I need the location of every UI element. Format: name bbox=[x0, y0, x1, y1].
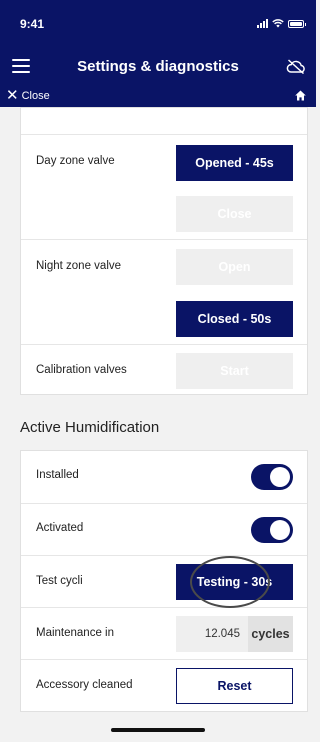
cloud-off-icon[interactable] bbox=[286, 59, 306, 74]
valve-row-calibration: Calibration valves Start bbox=[21, 344, 307, 396]
day-valve-close-button[interactable]: Close bbox=[176, 196, 293, 232]
installed-row: Installed bbox=[21, 451, 307, 503]
maintenance-field[interactable]: 12.045 cycles bbox=[176, 616, 293, 652]
close-label: Close bbox=[21, 89, 50, 102]
row-label: Calibration valves bbox=[36, 364, 127, 376]
night-valve-closed-button[interactable]: Closed - 50s bbox=[176, 301, 293, 337]
cellular-signal-icon bbox=[257, 19, 268, 28]
maintenance-row: Maintenance in 12.045 cycles bbox=[21, 607, 307, 659]
installed-toggle[interactable] bbox=[251, 464, 293, 490]
home-indicator bbox=[111, 728, 205, 732]
close-button[interactable]: ✕ Close bbox=[6, 88, 50, 103]
valves-card: Day zone valve Opened - 45s Close Night … bbox=[20, 107, 308, 395]
row-label: Accessory cleaned bbox=[36, 679, 133, 691]
accessory-row: Accessory cleaned Reset bbox=[21, 659, 307, 711]
valve-row-night: Night zone valve Open Closed - 50s bbox=[21, 239, 307, 344]
close-bar: ✕ Close bbox=[0, 85, 316, 107]
status-time: 9:41 bbox=[20, 17, 45, 31]
close-icon: ✕ bbox=[6, 87, 19, 104]
calibration-start-button[interactable]: Start bbox=[176, 353, 293, 389]
row-label: Test cycli bbox=[36, 575, 83, 587]
test-cycli-row: Test cycli Testing - 30s bbox=[21, 555, 307, 607]
humidification-card: Installed Activated Test cycli Testing -… bbox=[20, 450, 308, 712]
wifi-icon bbox=[272, 19, 284, 28]
activated-toggle[interactable] bbox=[251, 517, 293, 543]
section-title: Active Humidification bbox=[20, 419, 160, 436]
day-valve-opened-button[interactable]: Opened - 45s bbox=[176, 145, 293, 181]
activated-row: Activated bbox=[21, 503, 307, 555]
row-label: Activated bbox=[36, 522, 84, 534]
maintenance-unit: cycles bbox=[248, 616, 293, 652]
reset-button[interactable]: Reset bbox=[176, 668, 293, 704]
app-header: Settings & diagnostics bbox=[0, 47, 316, 85]
row-label: Maintenance in bbox=[36, 627, 114, 639]
valve-row-day: Day zone valve Opened - 45s Close bbox=[21, 134, 307, 239]
page-title: Settings & diagnostics bbox=[77, 58, 239, 75]
test-cycli-button[interactable]: Testing - 30s bbox=[176, 564, 293, 600]
content-area[interactable]: Day zone valve Opened - 45s Close Night … bbox=[0, 107, 316, 742]
battery-icon bbox=[288, 19, 306, 28]
status-icons bbox=[257, 19, 306, 28]
maintenance-value: 12.045 bbox=[204, 628, 240, 640]
row-label: Night zone valve bbox=[36, 260, 122, 272]
row-label: Day zone valve bbox=[36, 155, 115, 167]
night-valve-open-button[interactable]: Open bbox=[176, 249, 293, 285]
home-icon[interactable] bbox=[295, 90, 306, 101]
status-bar: 9:41 bbox=[0, 0, 316, 47]
row-label: Installed bbox=[36, 469, 79, 481]
